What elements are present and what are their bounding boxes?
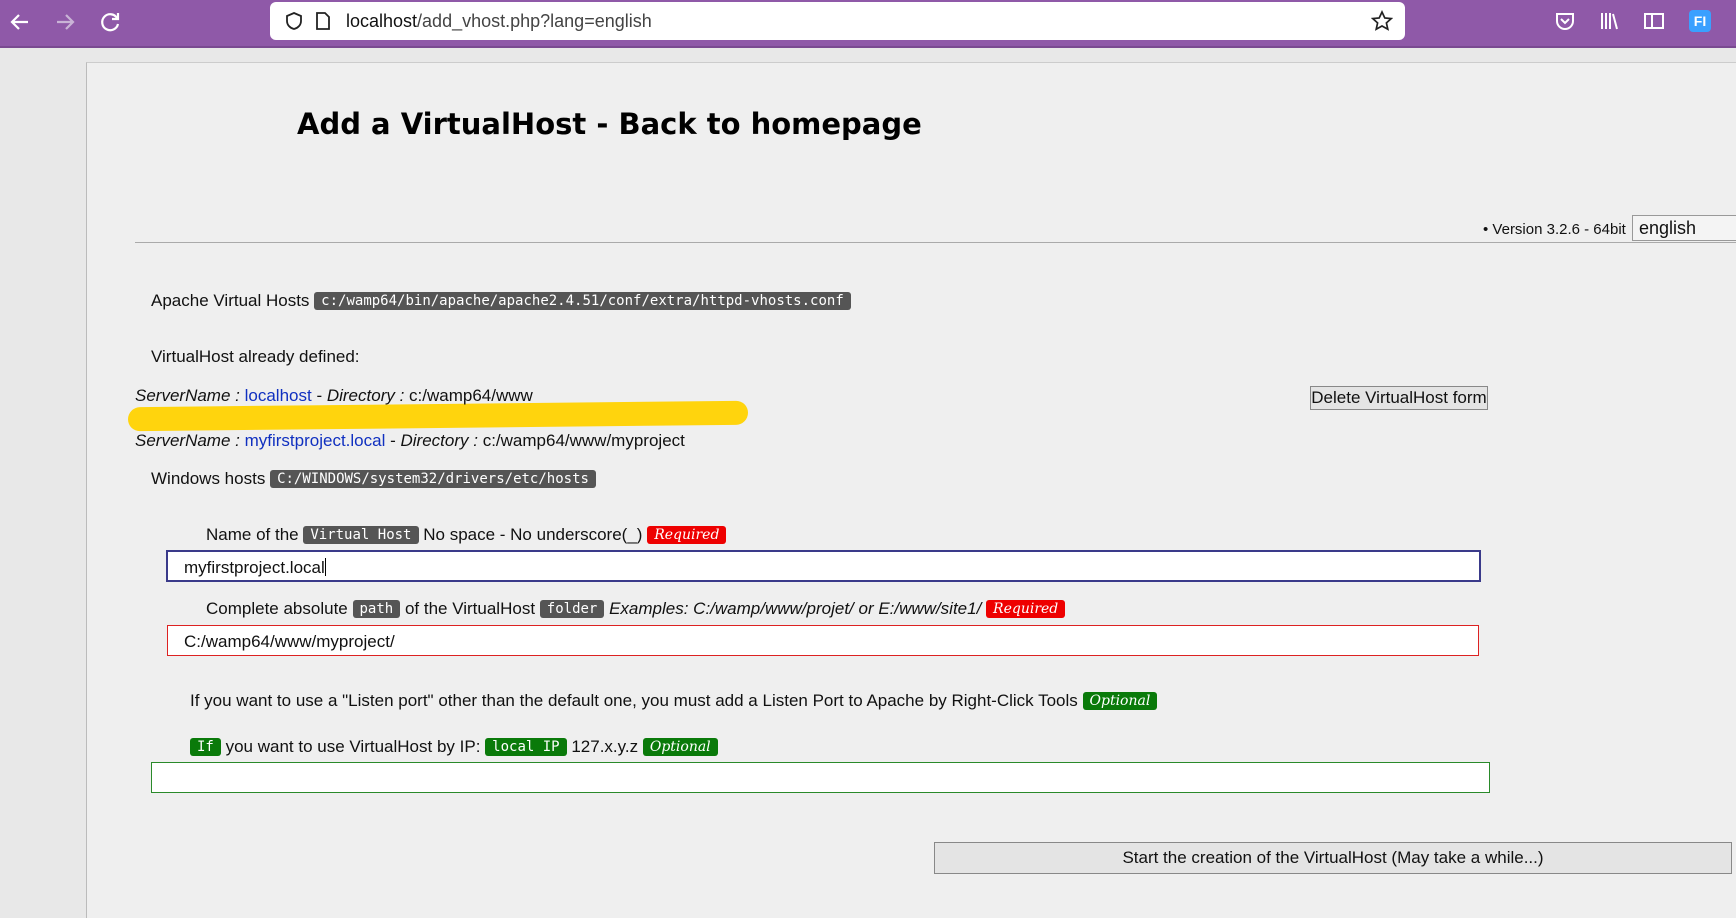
vhost-name-input[interactable]: myfirstproject.local [166, 550, 1481, 582]
path-examples: Examples: C:/wamp/www/projet/ or E:/www/… [609, 599, 982, 618]
vhost-name-hint: No space - No underscore(_) [423, 525, 643, 544]
servername-link[interactable]: myfirstproject.local [245, 431, 386, 450]
if-badge: If [190, 738, 221, 756]
language-select[interactable]: english [1632, 215, 1736, 241]
page-title[interactable]: Add a VirtualHost - Back to homepage [297, 107, 922, 141]
ip-pattern: 127.x.y.z [571, 737, 639, 756]
tracking-shield-icon[interactable] [284, 11, 304, 31]
optional-badge: Optional [1082, 692, 1158, 710]
directory-value: c:/wamp64/www [409, 386, 533, 405]
page-info-icon[interactable] [314, 11, 332, 31]
sidebar-icon[interactable] [1643, 10, 1665, 32]
path-badge: path [352, 600, 401, 618]
toolbar-divider [0, 46, 1736, 48]
extension-icon[interactable]: FI [1689, 10, 1711, 32]
header-divider [135, 242, 1736, 243]
start-creation-button[interactable]: Start the creation of the VirtualHost (M… [934, 842, 1732, 874]
forward-arrow-icon[interactable] [51, 8, 79, 36]
local-ip-badge: local IP [485, 738, 567, 756]
vhost-name-prefix: Name of the [206, 525, 299, 544]
path-mid: of the VirtualHost [404, 599, 536, 618]
listen-port-text: If you want to use a "Listen port" other… [190, 691, 1078, 710]
optional-badge: Optional [642, 738, 718, 756]
browser-toolbar: localhost/add_vhost.php?lang=english FI [0, 0, 1736, 46]
vhost-path-input[interactable]: C:/wamp64/www/myproject/ [167, 625, 1479, 656]
page-gutter [0, 48, 86, 918]
url-text: localhost/add_vhost.php?lang=english [346, 11, 652, 32]
url-path: /add_vhost.php?lang=english [417, 11, 652, 31]
windows-hosts-label: Windows hosts [151, 469, 266, 488]
windows-hosts-path: C:/WINDOWS/system32/drivers/etc/hosts [270, 470, 596, 488]
apache-vhosts-row: Apache Virtual Hosts c:/wamp64/bin/apach… [151, 291, 851, 311]
apache-vhosts-label: Apache Virtual Hosts [151, 291, 310, 310]
version-text: • Version 3.2.6 - 64bit [1483, 221, 1626, 238]
address-bar[interactable]: localhost/add_vhost.php?lang=english [270, 2, 1405, 40]
apache-vhosts-path: c:/wamp64/bin/apache/apache2.4.51/conf/e… [314, 292, 851, 310]
directory-value: c:/wamp64/www/myproject [482, 431, 685, 450]
vhost-entry: ServerName : localhost - Directory : c:/… [135, 386, 533, 405]
text-caret [324, 558, 326, 576]
listen-port-note: If you want to use a "Listen port" other… [190, 691, 1158, 711]
ip-text: you want to use VirtualHost by IP: [225, 737, 481, 756]
servername-label: ServerName : [135, 386, 240, 405]
pocket-icon[interactable] [1554, 10, 1576, 32]
servername-link[interactable]: localhost [245, 386, 312, 405]
delete-vhost-button[interactable]: Delete VirtualHost form [1310, 386, 1488, 410]
required-badge: Required [647, 526, 727, 544]
url-host: localhost [346, 11, 418, 31]
windows-hosts-row: Windows hosts C:/WINDOWS/system32/driver… [151, 469, 596, 489]
folder-badge: folder [539, 600, 605, 618]
servername-label: ServerName : [135, 431, 240, 450]
virtual-host-badge: Virtual Host [303, 526, 419, 544]
back-arrow-icon[interactable] [6, 8, 34, 36]
vhost-name-label: Name of the Virtual Host No space - No u… [206, 525, 727, 545]
ip-input[interactable] [151, 762, 1490, 793]
directory-label: Directory : [326, 386, 405, 405]
ip-label: If you want to use VirtualHost by IP: lo… [190, 737, 718, 757]
directory-label: Directory : [400, 431, 478, 450]
vhost-name-value: myfirstproject.local [184, 558, 325, 577]
vhost-entry: ServerName : myfirstproject.local - Dire… [135, 431, 685, 450]
reload-icon[interactable] [96, 8, 124, 36]
library-icon[interactable] [1598, 10, 1620, 32]
path-prefix: Complete absolute [206, 599, 348, 618]
defined-heading: VirtualHost already defined: [151, 347, 360, 366]
required-badge: Required [986, 600, 1066, 618]
bookmark-star-icon[interactable] [1371, 10, 1393, 32]
vhost-path-label: Complete absolute path of the VirtualHos… [206, 599, 1066, 619]
